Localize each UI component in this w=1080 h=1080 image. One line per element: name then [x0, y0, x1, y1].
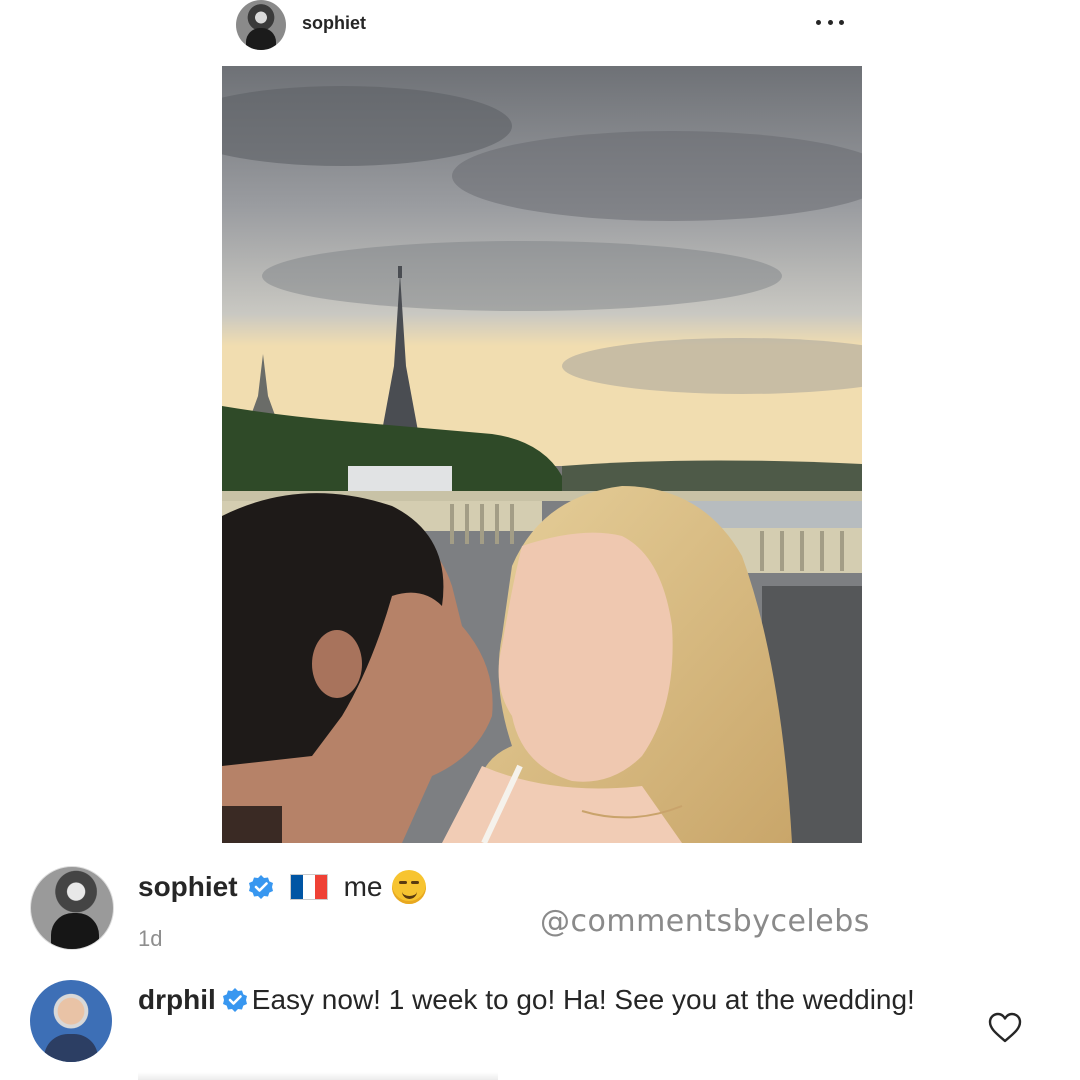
comment-username[interactable]: drphil — [138, 984, 216, 1015]
caption-text: me — [343, 871, 383, 902]
comment-body: drphil Easy now! 1 week to go! Ha! See y… — [138, 982, 938, 1018]
caption-line: sophiet me — [138, 870, 427, 904]
caption-username[interactable]: sophiet — [138, 871, 238, 903]
post-header: sophiet — [236, 0, 860, 50]
avatar[interactable] — [30, 980, 112, 1062]
watermark: @commentsbycelebs — [540, 904, 870, 939]
avatar[interactable] — [236, 0, 286, 50]
verified-badge-icon — [248, 875, 273, 899]
post-time[interactable]: 1d — [138, 926, 162, 952]
france-flag-icon — [289, 874, 328, 900]
post-photo-illustration — [222, 66, 862, 843]
avatar[interactable] — [30, 866, 114, 950]
more-horizontal-icon[interactable] — [816, 10, 844, 34]
header-username[interactable]: sophiet — [302, 13, 366, 34]
heart-outline-icon[interactable] — [988, 1012, 1022, 1044]
comment-row: drphil Easy now! 1 week to go! Ha! See y… — [30, 980, 1050, 1080]
caption-row: sophiet me 1d @commentsbycelebs — [30, 866, 1050, 956]
verified-badge-icon — [222, 988, 247, 1012]
smirking-face-emoji-icon — [392, 870, 427, 904]
post-photo[interactable] — [222, 66, 862, 843]
comment-text: Easy now! 1 week to go! Ha! See you at t… — [251, 984, 915, 1015]
cutoff-comment-line — [138, 1072, 498, 1080]
